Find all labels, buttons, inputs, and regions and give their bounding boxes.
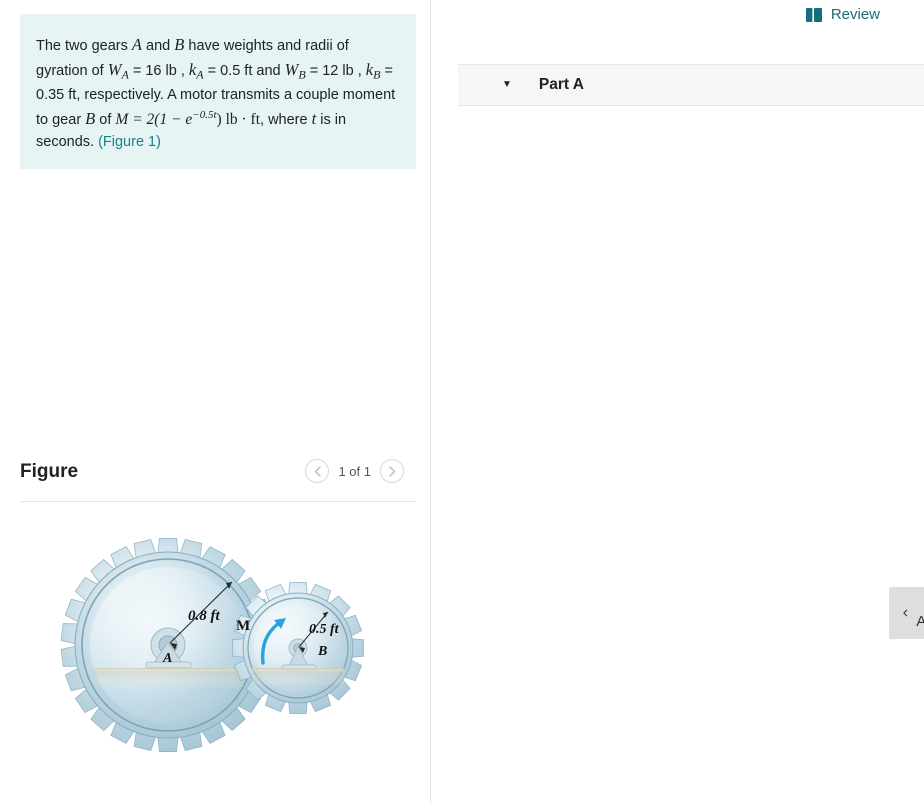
problem-moment-eq: M = 2(1 − e bbox=[115, 110, 193, 128]
figure-divider bbox=[20, 501, 416, 502]
figure-title: Figure bbox=[20, 461, 79, 482]
chevron-right-icon bbox=[388, 465, 395, 477]
review-label: Review bbox=[830, 6, 880, 23]
part-a-title: Part A bbox=[538, 76, 584, 93]
gear-a-radius-label: 0.8 ft bbox=[188, 608, 220, 624]
problem-wb-sub: B bbox=[298, 67, 306, 82]
figure-header: Figure 1 of 1 bbox=[20, 455, 416, 499]
figure-next-button[interactable] bbox=[380, 459, 404, 483]
problem-eq-3: = 12 lb bbox=[305, 63, 358, 80]
figure-prev-button[interactable] bbox=[305, 459, 330, 483]
problem-text-1: The two gears bbox=[36, 38, 132, 54]
gear-figure: 0.8 ft A 0.5 ft B M bbox=[20, 520, 416, 790]
gear-b-group: 0.5 ft B M bbox=[232, 582, 364, 714]
review-button[interactable]: Review bbox=[805, 6, 880, 23]
problem-wa-sub: A bbox=[121, 67, 129, 82]
return-to-assignment-label: Return to Assignment bbox=[916, 613, 924, 630]
problem-var-a: A bbox=[131, 35, 143, 54]
figure-1-link[interactable]: (Figure 1) bbox=[98, 134, 161, 150]
problem-var-b: B bbox=[174, 35, 185, 54]
problem-var-b2: B bbox=[85, 108, 96, 128]
return-to-assignment-button[interactable]: Return to Assignment bbox=[889, 587, 924, 639]
problem-eq-1: = 16 lb bbox=[128, 63, 181, 80]
chevron-left-icon bbox=[903, 609, 908, 617]
figure-pager: 1 of 1 bbox=[305, 459, 404, 483]
page-root: The two gears A and B have weights and r… bbox=[0, 0, 924, 803]
gear-a-label: A bbox=[162, 651, 172, 666]
book-icon bbox=[805, 7, 822, 22]
chevron-left-icon bbox=[314, 465, 321, 477]
right-panel: Review ▼ Part A Determine the angular ve… bbox=[431, 0, 924, 803]
gear-b-radius-label: 0.5 ft bbox=[309, 622, 340, 637]
problem-comma-1: , bbox=[180, 63, 189, 80]
problem-text-5: , where bbox=[260, 111, 312, 128]
gear-diagram-svg: 0.8 ft A 0.5 ft B M bbox=[60, 537, 364, 753]
problem-text-2: and bbox=[142, 38, 175, 54]
footer-actions: Return to Assignment Provide Feedback bbox=[889, 587, 924, 639]
problem-moment-eq2: ) lb · ft bbox=[216, 110, 261, 128]
part-a-header[interactable]: ▼ Part A bbox=[458, 64, 924, 106]
moment-label: M bbox=[236, 618, 250, 634]
problem-and: and bbox=[252, 63, 285, 80]
problem-comma-2: , bbox=[357, 63, 362, 80]
problem-moment-exp: −0.5t bbox=[192, 108, 217, 121]
problem-eq-2: = 0.5 ft bbox=[203, 63, 253, 80]
problem-kb: k bbox=[365, 60, 374, 80]
problem-statement: The two gears A and B have weights and r… bbox=[20, 14, 416, 170]
problem-wb: W bbox=[284, 60, 299, 80]
problem-wa: W bbox=[107, 60, 122, 80]
problem-of: of bbox=[95, 111, 116, 128]
left-panel: The two gears A and B have weights and r… bbox=[0, 0, 430, 803]
figure-page-count: 1 of 1 bbox=[338, 463, 371, 479]
problem-ka-sub: A bbox=[196, 67, 204, 82]
gear-b-label: B bbox=[317, 644, 327, 659]
caret-down-icon[interactable]: ▼ bbox=[502, 80, 512, 90]
